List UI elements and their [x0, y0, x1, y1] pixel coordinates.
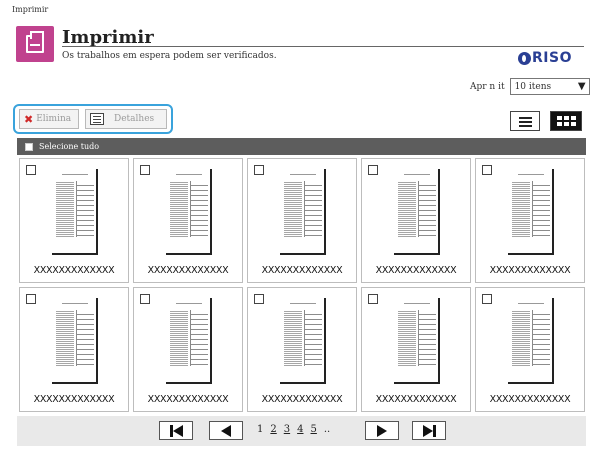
- job-card[interactable]: XXXXXXXXXXXXX: [133, 158, 243, 283]
- job-checkbox[interactable]: [26, 165, 36, 175]
- print-app-icon: [16, 26, 54, 62]
- job-thumbnail: [166, 298, 212, 384]
- job-card[interactable]: XXXXXXXXXXXXX: [475, 158, 585, 283]
- next-page-button[interactable]: [365, 421, 399, 440]
- delete-x-icon: ✖: [24, 112, 34, 126]
- details-list-icon: [90, 113, 104, 125]
- job-card[interactable]: XXXXXXXXXXXXX: [361, 287, 471, 412]
- items-per-page: Apr n it 10 itens ▼: [470, 78, 590, 95]
- job-card[interactable]: XXXXXXXXXXXXX: [247, 158, 357, 283]
- job-name: XXXXXXXXXXXXX: [489, 394, 571, 405]
- job-checkbox[interactable]: [482, 294, 492, 304]
- page-number-link[interactable]: 3: [284, 424, 290, 435]
- thumbnail-view-button[interactable]: [550, 111, 582, 131]
- last-page-icon: [422, 424, 433, 437]
- delete-button[interactable]: ✖ Elimina: [19, 109, 79, 129]
- last-page-button[interactable]: [412, 421, 446, 440]
- items-per-page-label: Apr n it: [470, 81, 505, 92]
- job-name: XXXXXXXXXXXXX: [375, 265, 457, 276]
- header-divider: [62, 46, 584, 47]
- job-card[interactable]: XXXXXXXXXXXXX: [19, 287, 129, 412]
- job-thumbnail: [52, 169, 98, 255]
- job-card[interactable]: XXXXXXXXXXXXX: [247, 287, 357, 412]
- previous-icon: [221, 424, 231, 437]
- pagination-bar: 1 2 3 4 5 ..: [17, 416, 586, 446]
- first-page-button[interactable]: [159, 421, 193, 440]
- job-checkbox[interactable]: [254, 294, 264, 304]
- job-name: XXXXXXXXXXXXX: [375, 394, 457, 405]
- page-number-current: 1: [257, 424, 264, 435]
- job-thumbnail: [394, 169, 440, 255]
- next-icon: [377, 424, 387, 437]
- job-checkbox[interactable]: [254, 165, 264, 175]
- breadcrumb: Imprimir: [12, 5, 49, 14]
- page-number-link[interactable]: 4: [297, 424, 303, 435]
- select-all-checkbox[interactable]: [25, 142, 33, 151]
- job-thumbnail: [52, 298, 98, 384]
- items-per-page-value: 10 itens: [514, 81, 552, 92]
- logo-text: RISO: [532, 50, 572, 66]
- riso-mark-icon: [518, 51, 532, 65]
- page-number-link[interactable]: 5: [311, 424, 317, 435]
- list-view-button[interactable]: [510, 111, 540, 131]
- job-card[interactable]: XXXXXXXXXXXXX: [475, 287, 585, 412]
- job-name: XXXXXXXXXXXXX: [33, 394, 115, 405]
- page-subtitle: Os trabalhos em espera podem ser verific…: [62, 51, 277, 61]
- job-checkbox[interactable]: [140, 294, 150, 304]
- job-name: XXXXXXXXXXXXX: [147, 265, 229, 276]
- job-name: XXXXXXXXXXXXX: [33, 265, 115, 276]
- page-number-link[interactable]: 2: [270, 424, 276, 435]
- previous-page-button[interactable]: [209, 421, 243, 440]
- page-ellipsis: ..: [323, 424, 331, 435]
- job-checkbox[interactable]: [140, 165, 150, 175]
- job-thumbnail-grid: XXXXXXXXXXXXX XXXXXXXXXXXXX XXXXXXXXXXXX…: [19, 158, 585, 412]
- job-thumbnail: [280, 169, 326, 255]
- job-thumbnail: [166, 169, 212, 255]
- job-card[interactable]: XXXXXXXXXXXXX: [133, 287, 243, 412]
- job-card[interactable]: XXXXXXXXXXXXX: [361, 158, 471, 283]
- page-header: Imprimir Os trabalhos em espera podem se…: [16, 20, 584, 70]
- page-numbers: 1 2 3 4 5 ..: [257, 424, 330, 435]
- details-button-label: Detalhes: [114, 114, 155, 124]
- delete-button-label: Elimina: [36, 114, 72, 124]
- job-checkbox[interactable]: [368, 294, 378, 304]
- job-name: XXXXXXXXXXXXX: [147, 394, 229, 405]
- job-name: XXXXXXXXXXXXX: [489, 265, 571, 276]
- job-checkbox[interactable]: [26, 294, 36, 304]
- details-button[interactable]: Detalhes: [85, 109, 167, 129]
- riso-logo: RISO: [518, 50, 572, 66]
- job-name: XXXXXXXXXXXXX: [261, 394, 343, 405]
- job-checkbox[interactable]: [368, 165, 378, 175]
- select-all-bar: Selecione tudo: [17, 138, 586, 155]
- job-card[interactable]: XXXXXXXXXXXXX: [19, 158, 129, 283]
- job-thumbnail: [280, 298, 326, 384]
- select-all-label: Selecione tudo: [39, 142, 100, 151]
- job-checkbox[interactable]: [482, 165, 492, 175]
- items-per-page-select[interactable]: 10 itens ▼: [509, 78, 590, 95]
- job-name: XXXXXXXXXXXXX: [261, 265, 343, 276]
- job-thumbnail: [508, 169, 554, 255]
- page-title: Imprimir: [62, 27, 154, 48]
- chevron-down-icon: ▼: [577, 81, 586, 92]
- job-thumbnail: [394, 298, 440, 384]
- job-thumbnail: [508, 298, 554, 384]
